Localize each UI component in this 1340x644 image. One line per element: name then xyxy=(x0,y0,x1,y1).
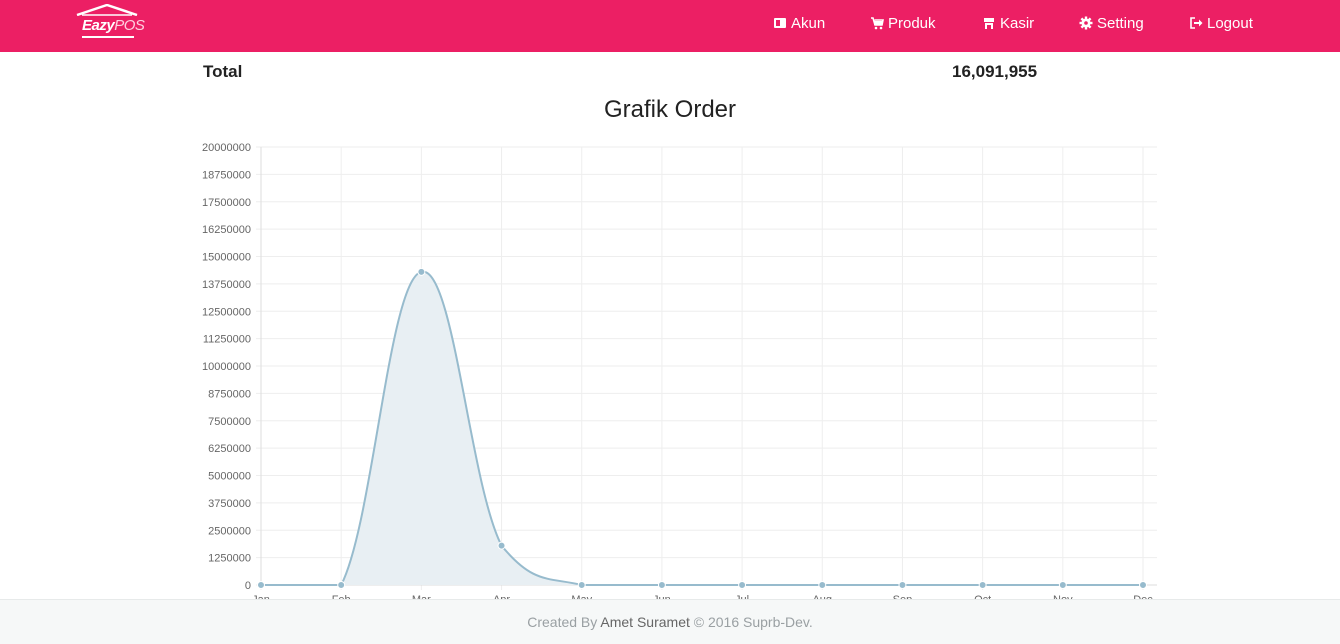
series-area xyxy=(261,271,1143,585)
data-point xyxy=(978,581,987,589)
data-point xyxy=(818,581,827,589)
top-navbar: EazyPOS Akun Produk Kasir Setting Logout xyxy=(0,0,1340,52)
brand-underline xyxy=(82,36,134,38)
total-value: 16,091,955 xyxy=(952,62,1038,81)
y-tick-label: 12500000 xyxy=(202,306,251,318)
y-tick-label: 18750000 xyxy=(202,169,251,181)
data-point xyxy=(1139,581,1147,589)
gear-icon xyxy=(1079,16,1093,30)
chart-title: Grafik Order xyxy=(603,96,737,123)
house-roof-icon xyxy=(76,4,138,16)
logout-icon xyxy=(1190,17,1203,29)
nav-akun[interactable]: Akun xyxy=(773,12,825,36)
y-tick-label: 13750000 xyxy=(202,279,251,291)
y-tick-label: 7500000 xyxy=(208,416,251,428)
order-chart: 0 1250000 2500000 3750000 5000000 6250000 7500… xyxy=(202,142,1157,606)
y-tick-label: 0 xyxy=(245,580,251,592)
brand-text: EazyPOS xyxy=(82,17,145,34)
y-tick-label: 17500000 xyxy=(202,197,251,209)
account-card-icon xyxy=(774,18,786,28)
y-tick-label: 8750000 xyxy=(208,388,251,400)
total-label: Total xyxy=(203,62,243,81)
footer-suffix: © 2016 Suprb-Dev. xyxy=(693,614,813,630)
nav-produk[interactable]: Produk xyxy=(870,12,936,36)
data-point xyxy=(577,581,586,589)
data-point xyxy=(417,267,426,276)
data-point xyxy=(497,541,506,550)
brand-logo[interactable]: EazyPOS xyxy=(76,4,145,40)
y-tick-label: 5000000 xyxy=(208,471,251,483)
nav-produk-label: Produk xyxy=(888,15,936,32)
data-point xyxy=(337,581,346,589)
footer: Created By Amet Suramet © 2016 Suprb-Dev… xyxy=(0,599,1340,644)
nav-setting-label: Setting xyxy=(1097,15,1144,32)
data-point xyxy=(1058,581,1067,589)
nav-kasir-label: Kasir xyxy=(1000,15,1035,32)
nav-akun-label: Akun xyxy=(791,15,826,32)
data-point xyxy=(657,581,666,589)
cart-icon xyxy=(871,17,884,30)
footer-author[interactable]: Amet Suramet xyxy=(600,614,689,630)
nav-logout-label: Logout xyxy=(1207,15,1253,32)
nav-setting[interactable]: Setting xyxy=(1079,12,1144,36)
footer-prefix: Created By xyxy=(527,614,598,630)
nav-logout[interactable]: Logout xyxy=(1189,12,1253,36)
store-icon xyxy=(984,18,994,29)
data-point xyxy=(898,581,907,589)
y-tick-label: 3750000 xyxy=(208,498,251,510)
y-tick-label: 1250000 xyxy=(208,553,251,565)
y-tick-label: 2500000 xyxy=(208,525,251,537)
y-tick-label: 10000000 xyxy=(202,361,251,373)
nav-kasir[interactable]: Kasir xyxy=(982,12,1034,36)
y-tick-label: 20000000 xyxy=(202,142,251,154)
y-tick-label: 15000000 xyxy=(202,252,251,264)
y-tick-label: 6250000 xyxy=(208,443,251,455)
y-tick-label: 16250000 xyxy=(202,224,251,236)
y-tick-label: 11250000 xyxy=(203,334,251,346)
data-point xyxy=(738,581,747,589)
data-point xyxy=(257,581,265,589)
